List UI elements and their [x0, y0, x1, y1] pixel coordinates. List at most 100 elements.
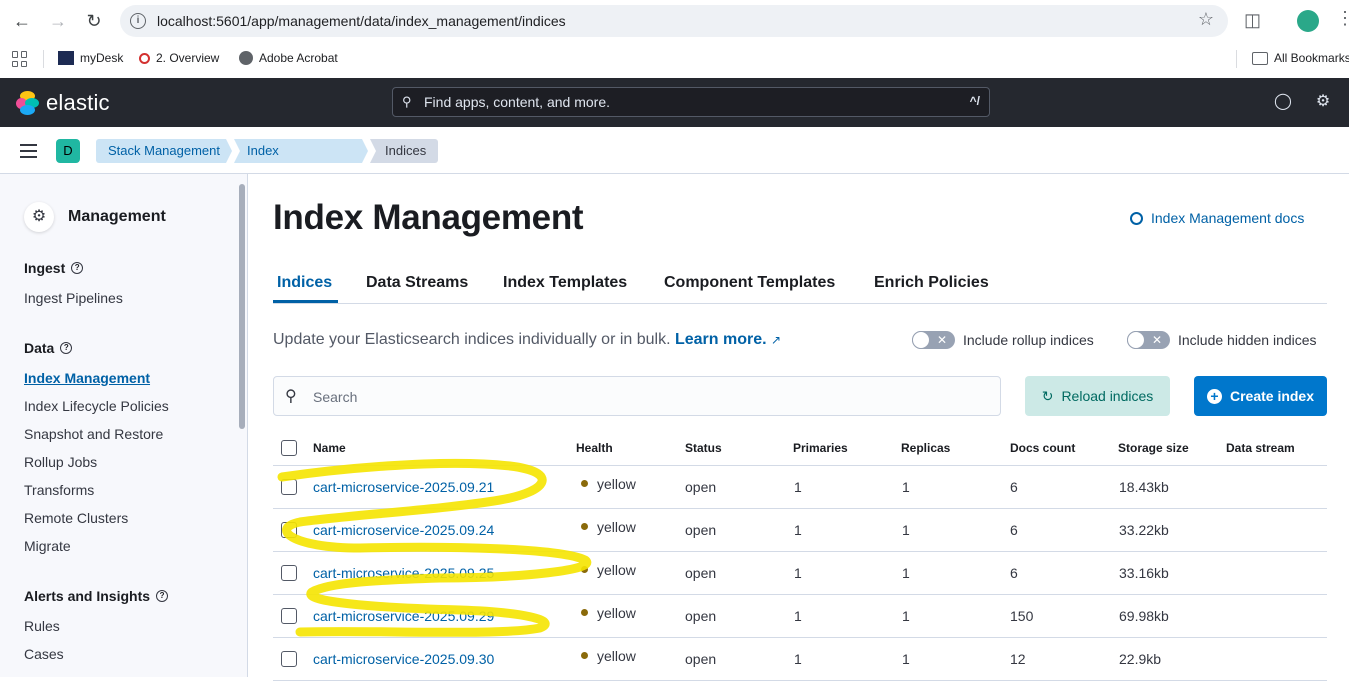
- row-checkbox[interactable]: [281, 565, 297, 581]
- apps-grid-icon[interactable]: [12, 51, 28, 67]
- index-name-link[interactable]: cart-microservice-2025.09.24: [313, 522, 494, 538]
- index-name-link[interactable]: cart-microservice-2025.09.29: [313, 608, 494, 624]
- health-dot-icon: [581, 565, 588, 573]
- index-management-tabs: Indices Data Streams Index Templates Com…: [273, 262, 1327, 304]
- status-cell: open: [685, 522, 717, 538]
- column-header-status[interactable]: Status: [685, 441, 722, 455]
- sidebar-item-remote-clusters[interactable]: Remote Clusters: [24, 510, 128, 526]
- question-icon[interactable]: ?: [60, 342, 73, 354]
- hidden-switch[interactable]: ✕: [1127, 331, 1170, 349]
- sidebar-item-index-lifecycle-policies[interactable]: Index Lifecycle Policies: [24, 398, 169, 414]
- row-checkbox[interactable]: [281, 651, 297, 667]
- tab-enrich-policies[interactable]: Enrich Policies: [874, 274, 989, 292]
- tab-indices[interactable]: Indices: [277, 274, 332, 292]
- bookmark-overview[interactable]: 2. Overview: [139, 51, 219, 65]
- health-dot-icon: [581, 479, 588, 487]
- column-header-data-stream[interactable]: Data stream: [1226, 441, 1295, 455]
- indices-search-input[interactable]: ⚲ Search: [273, 376, 1001, 416]
- storage-size-cell: 22.9kb: [1119, 651, 1162, 667]
- hidden-indices-toggle[interactable]: ✕ Include hidden indices: [1127, 331, 1317, 349]
- breadcrumb-index-management[interactable]: Index Management: [234, 139, 368, 163]
- docs-count-cell: 6: [1010, 479, 1018, 495]
- extensions-icon[interactable]: ◫: [1244, 10, 1264, 30]
- rollup-switch[interactable]: ✕: [912, 331, 955, 349]
- elastic-logo[interactable]: elastic: [16, 90, 110, 116]
- breadcrumb-stack-management[interactable]: Stack Management: [96, 139, 232, 163]
- column-header-storage-size[interactable]: Storage size: [1118, 441, 1189, 455]
- status-cell: open: [685, 608, 717, 624]
- question-icon[interactable]: ?: [71, 262, 84, 274]
- site-info-icon[interactable]: i: [130, 13, 146, 29]
- bookmark-adobe-acrobat[interactable]: Adobe Acrobat: [239, 51, 338, 65]
- profile-avatar[interactable]: [1297, 10, 1319, 32]
- health-cell: yellow: [581, 648, 636, 664]
- refresh-icon: ↻: [1041, 387, 1054, 404]
- index-name-link[interactable]: cart-microservice-2025.09.25: [313, 565, 494, 581]
- menu-toggle-icon[interactable]: [20, 144, 37, 162]
- tab-data-streams[interactable]: Data Streams: [366, 274, 468, 292]
- search-placeholder: Search: [313, 389, 358, 405]
- sidebar-item-snapshot-and-restore[interactable]: Snapshot and Restore: [24, 426, 163, 442]
- address-bar[interactable]: i localhost:5601/app/management/data/ind…: [120, 5, 1228, 37]
- index-name-link[interactable]: cart-microservice-2025.09.21: [313, 479, 494, 495]
- replicas-cell: 1: [902, 522, 910, 538]
- tab-component-templates[interactable]: Component Templates: [664, 274, 835, 292]
- learn-more-link[interactable]: Learn more.: [675, 331, 767, 348]
- back-arrow-icon[interactable]: ←: [10, 9, 34, 33]
- docs-link[interactable]: Index Management docs: [1130, 210, 1304, 226]
- health-text: yellow: [597, 648, 636, 664]
- health-dot-icon: [581, 651, 588, 659]
- select-all-checkbox[interactable]: [281, 440, 297, 456]
- mydesk-icon: [58, 51, 74, 65]
- column-header-replicas[interactable]: Replicas: [901, 441, 950, 455]
- search-icon: ⚲: [285, 388, 297, 405]
- sidebar-scrollbar[interactable]: [239, 184, 245, 429]
- column-header-docs-count[interactable]: Docs count: [1010, 441, 1075, 455]
- row-checkbox[interactable]: [281, 608, 297, 624]
- docs-icon: [1130, 211, 1143, 225]
- sidebar-item-ingest-pipelines[interactable]: Ingest Pipelines: [24, 290, 123, 306]
- help-lifering-icon[interactable]: ◯: [1274, 93, 1292, 111]
- breadcrumb-indices: Indices: [370, 139, 438, 163]
- bookmark-mydesk[interactable]: myDesk: [58, 51, 123, 65]
- bookmark-star-icon[interactable]: ☆: [1198, 9, 1214, 30]
- global-search-input[interactable]: ⚲ Find apps, content, and more. ^/: [392, 87, 990, 117]
- all-bookmarks[interactable]: All Bookmarks: [1252, 51, 1349, 65]
- index-name-link[interactable]: cart-microservice-2025.09.30: [313, 651, 494, 667]
- url-text[interactable]: localhost:5601/app/management/data/index…: [157, 13, 566, 29]
- replicas-cell: 1: [902, 651, 910, 667]
- active-tab-indicator: [273, 300, 338, 303]
- group-label: Alerts and Insights: [24, 588, 151, 604]
- row-checkbox[interactable]: [281, 479, 297, 495]
- group-label: Ingest: [24, 260, 66, 276]
- sidebar-item-rules[interactable]: Rules: [24, 618, 60, 634]
- sidebar-item-rollup-jobs[interactable]: Rollup Jobs: [24, 454, 97, 470]
- management-sidebar: ⚙ Management Ingest ? Ingest Pipelines D…: [0, 174, 248, 677]
- column-header-primaries[interactable]: Primaries: [793, 441, 848, 455]
- forward-arrow-icon[interactable]: →: [46, 9, 70, 33]
- storage-size-cell: 33.22kb: [1119, 522, 1169, 538]
- health-text: yellow: [597, 562, 636, 578]
- question-icon[interactable]: ?: [156, 590, 169, 602]
- create-index-button[interactable]: + Create index: [1194, 376, 1327, 416]
- indices-table: Name Health Status Primaries Replicas Do…: [273, 430, 1327, 681]
- news-feed-icon[interactable]: ⚙: [1314, 93, 1332, 111]
- primaries-cell: 1: [794, 522, 802, 538]
- space-avatar[interactable]: D: [56, 139, 80, 163]
- reload-indices-button[interactable]: ↻ Reload indices: [1025, 376, 1170, 416]
- reload-icon[interactable]: ↻: [82, 9, 106, 33]
- globe-icon: [239, 51, 253, 65]
- tab-index-templates[interactable]: Index Templates: [503, 274, 627, 292]
- docs-count-cell: 6: [1010, 565, 1018, 581]
- browser-menu-icon[interactable]: ⋮: [1336, 8, 1349, 29]
- rollup-indices-toggle[interactable]: ✕ Include rollup indices: [912, 331, 1094, 349]
- column-header-name[interactable]: Name: [313, 441, 346, 455]
- sidebar-item-cases[interactable]: Cases: [24, 646, 64, 662]
- sidebar-item-index-management[interactable]: Index Management: [24, 370, 150, 386]
- sidebar-group-alerts-and-insights: Alerts and Insights ?: [24, 588, 169, 604]
- sidebar-item-transforms[interactable]: Transforms: [24, 482, 94, 498]
- docs-count-cell: 150: [1010, 608, 1034, 624]
- column-header-health[interactable]: Health: [576, 441, 613, 455]
- row-checkbox[interactable]: [281, 522, 297, 538]
- sidebar-item-migrate[interactable]: Migrate: [24, 538, 71, 554]
